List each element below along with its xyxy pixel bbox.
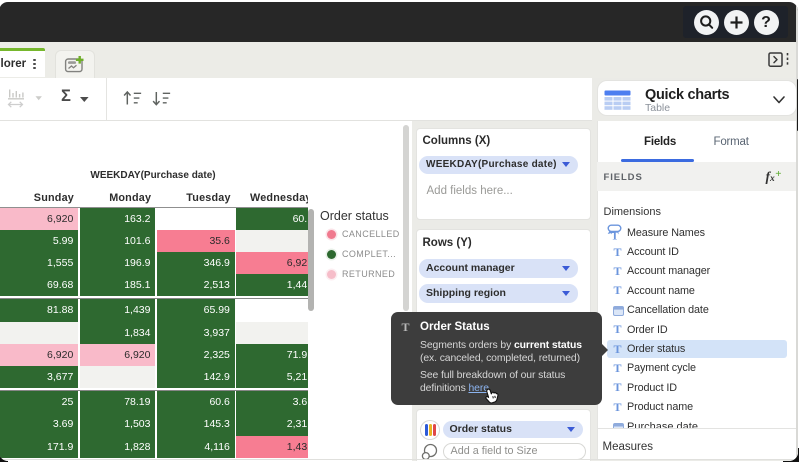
svg-text:T: T	[611, 230, 619, 242]
